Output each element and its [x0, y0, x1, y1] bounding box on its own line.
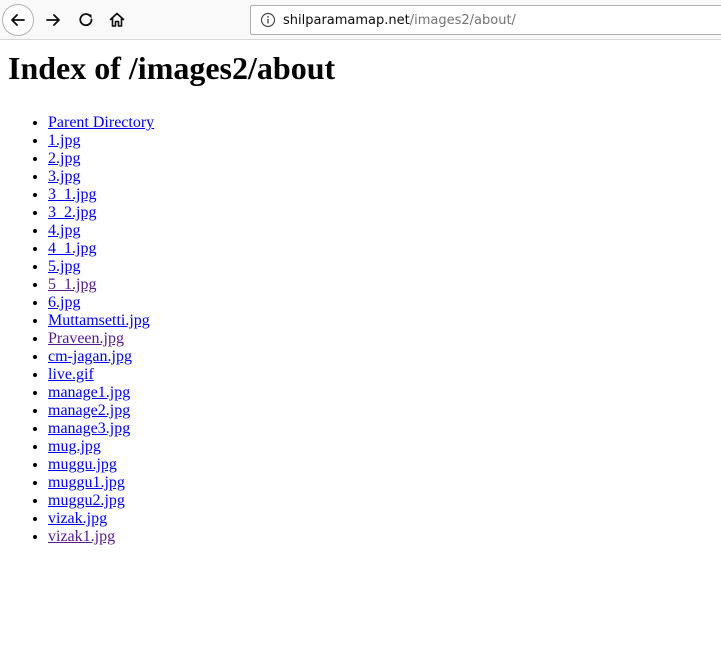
list-item: 5_1.jpg	[48, 276, 721, 294]
list-item: vizak.jpg	[48, 510, 721, 528]
list-item: muggu1.jpg	[48, 474, 721, 492]
list-item: vizak1.jpg	[48, 528, 721, 546]
file-link[interactable]: 4.jpg	[48, 222, 80, 239]
file-link[interactable]: muggu1.jpg	[48, 474, 125, 491]
file-link[interactable]: muggu.jpg	[48, 456, 117, 473]
info-icon[interactable]	[259, 11, 277, 29]
reload-button[interactable]	[70, 4, 102, 36]
url-host: shilparamamap.net	[283, 12, 410, 28]
list-item: 2.jpg	[48, 150, 721, 168]
list-item: manage2.jpg	[48, 402, 721, 420]
url-text: shilparamamap.net/images2/about/	[283, 13, 516, 28]
page-title: Index of /images2/about	[8, 50, 336, 86]
file-link[interactable]: 3.jpg	[48, 168, 80, 185]
file-link[interactable]: manage1.jpg	[48, 384, 130, 401]
file-link[interactable]: mug.jpg	[48, 438, 101, 455]
list-item: 5.jpg	[48, 258, 721, 276]
file-list: Parent Directory1.jpg2.jpg3.jpg3_1.jpg3_…	[8, 114, 721, 546]
file-link[interactable]: Praveen.jpg	[48, 330, 124, 347]
file-link[interactable]: muggu2.jpg	[48, 492, 125, 509]
arrow-left-icon	[11, 14, 25, 26]
list-item: 4.jpg	[48, 222, 721, 240]
list-item: 3_2.jpg	[48, 204, 721, 222]
list-item: 3_1.jpg	[48, 186, 721, 204]
file-link[interactable]: vizak.jpg	[48, 510, 107, 527]
list-item: mug.jpg	[48, 438, 721, 456]
list-item: Parent Directory	[48, 114, 721, 132]
file-link[interactable]: vizak1.jpg	[48, 528, 115, 545]
back-button[interactable]	[2, 4, 34, 36]
file-link[interactable]: Muttamsetti.jpg	[48, 312, 150, 329]
page-content: Index of /images2/about Parent Directory…	[8, 40, 721, 648]
list-item: 4_1.jpg	[48, 240, 721, 258]
file-link[interactable]: 5.jpg	[48, 258, 80, 275]
list-item: manage3.jpg	[48, 420, 721, 438]
list-item: muggu.jpg	[48, 456, 721, 474]
browser-toolbar: shilparamamap.net/images2/about/	[0, 0, 721, 40]
list-item: 6.jpg	[48, 294, 721, 312]
reload-icon	[79, 13, 93, 27]
file-link[interactable]: manage3.jpg	[48, 420, 130, 437]
parent-directory-link[interactable]: Parent Directory	[48, 114, 154, 131]
file-link[interactable]: 3_1.jpg	[48, 186, 96, 203]
file-link[interactable]: 2.jpg	[48, 150, 80, 167]
list-item: 3.jpg	[48, 168, 721, 186]
list-item: Muttamsetti.jpg	[48, 312, 721, 330]
list-item: 1.jpg	[48, 132, 721, 150]
file-link[interactable]: manage2.jpg	[48, 402, 130, 419]
list-item: live.gif	[48, 366, 721, 384]
list-item: Praveen.jpg	[48, 330, 721, 348]
list-item: muggu2.jpg	[48, 492, 721, 510]
file-link[interactable]: 5_1.jpg	[48, 276, 96, 293]
address-bar[interactable]: shilparamamap.net/images2/about/	[250, 5, 721, 35]
file-link[interactable]: 6.jpg	[48, 294, 80, 311]
file-link[interactable]: 1.jpg	[48, 132, 80, 149]
file-link[interactable]: 4_1.jpg	[48, 240, 96, 257]
file-link[interactable]: 3_2.jpg	[48, 204, 96, 221]
url-path: /images2/about/	[409, 12, 516, 28]
file-link[interactable]: live.gif	[48, 366, 94, 383]
home-button[interactable]	[101, 4, 133, 36]
arrow-right-icon	[46, 14, 60, 26]
list-item: cm-jagan.jpg	[48, 348, 721, 366]
home-icon	[109, 12, 125, 27]
forward-button[interactable]	[37, 4, 69, 36]
list-item: manage1.jpg	[48, 384, 721, 402]
file-link[interactable]: cm-jagan.jpg	[48, 348, 132, 365]
